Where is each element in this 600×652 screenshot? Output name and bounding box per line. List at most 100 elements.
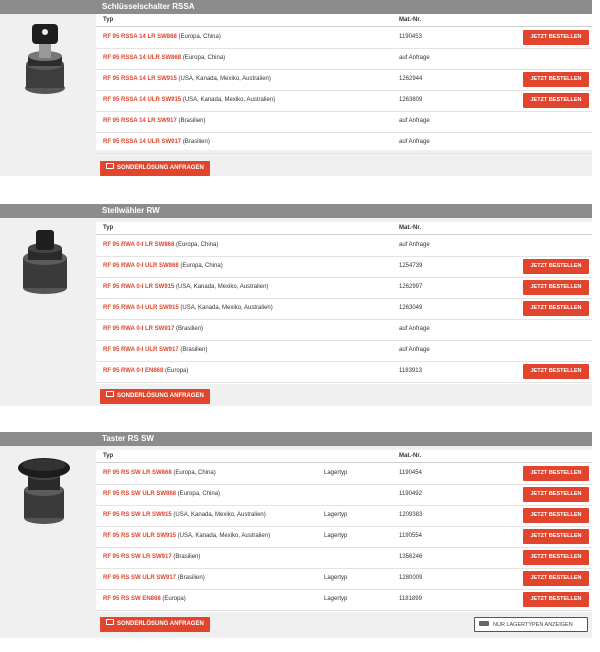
product-code-link[interactable]: RF 95 RS SW EN868 xyxy=(103,596,161,602)
product-region: (Europa, China) xyxy=(176,242,219,248)
table-row: RF 95 RSSA 14 LR SW917 (Brasilien) auf An… xyxy=(96,111,592,133)
product-code-link[interactable]: RF 95 RWA 0-I EN868 xyxy=(103,368,163,374)
table-row: RF 95 RWA 0-I LR SW868 (Europa, China) au… xyxy=(96,235,592,257)
material-number: auf Anfrage xyxy=(399,326,430,332)
product-code-link[interactable]: RF 95 RS SW ULR SW917 xyxy=(103,575,176,581)
order-now-button[interactable]: JETZT BESTELLEN xyxy=(523,487,589,502)
product-code-link[interactable]: RF 95 RS SW LR SW915 xyxy=(103,512,172,518)
order-now-button[interactable]: JETZT BESTELLEN xyxy=(523,466,589,481)
product-code-link[interactable]: RF 95 RWA 0-I LR SW915 xyxy=(103,284,174,290)
material-number: auf Anfrage xyxy=(399,139,430,145)
request-custom-solution-button[interactable]: SONDERLÖSUNG ANFRAGEN xyxy=(100,389,210,404)
order-now-button[interactable]: JETZT BESTELLEN xyxy=(523,280,589,295)
lagertyp-label: Lagertyp xyxy=(324,575,348,581)
selector-switch-image xyxy=(23,230,67,294)
table-row: RF 95 RS SW LR SW915 (USA, Kanada, Mexik… xyxy=(96,505,592,527)
order-now-button[interactable]: JETZT BESTELLEN xyxy=(523,508,589,523)
product-code-link[interactable]: RF 95 RWA 0-I ULR SW917 xyxy=(103,347,179,353)
material-number: 1280009 xyxy=(399,575,423,581)
product-code-link[interactable]: RF 95 RSSA 14 ULR SW917 xyxy=(103,139,181,145)
table-row: RF 95 RSSA 14 LR SW915 (USA, Kanada, Mex… xyxy=(96,69,592,91)
section-rssa: Schlüsselschalter RSSA Typ Mat.-Nr. RF 9… xyxy=(0,0,592,176)
product-code-link[interactable]: RF 95 RS SW ULR SW915 xyxy=(103,533,176,539)
product-code-link[interactable]: RF 95 RWA 0-I LR SW868 xyxy=(103,242,174,248)
product-type: RF 95 RWA 0-I ULR SW917 (Brasilien) xyxy=(103,340,207,360)
table-row: RF 95 RWA 0-I ULR SW917 (Brasilien) auf A… xyxy=(96,340,592,362)
order-now-button[interactable]: JETZT BESTELLEN xyxy=(523,529,589,544)
material-number: 1356246 xyxy=(399,554,423,560)
product-region: (USA, Kanada, Mexiko, Australien) xyxy=(180,305,273,311)
product-type: RF 95 RS SW ULR SW917 (Brasilien) xyxy=(103,568,205,588)
product-code-link[interactable]: RF 95 RWA 0-I LR SW917 xyxy=(103,326,174,332)
table-header: Typ Mat.-Nr. xyxy=(96,14,592,27)
material-number: 1190492 xyxy=(399,491,422,497)
material-number: 1263809 xyxy=(399,97,423,103)
order-now-button[interactable]: JETZT BESTELLEN xyxy=(523,72,589,87)
product-code-link[interactable]: RF 95 RSSA 14 LR SW915 xyxy=(103,76,177,82)
product-type: RF 95 RS SW ULR SW915 (USA, Kanada, Mexi… xyxy=(103,526,270,546)
product-type: RF 95 RSSA 14 ULR SW917 (Brasilien) xyxy=(103,132,210,152)
order-now-button[interactable]: JETZT BESTELLEN xyxy=(523,93,589,108)
order-now-button[interactable]: JETZT BESTELLEN xyxy=(523,259,589,274)
product-region: (Europa, China) xyxy=(182,55,226,61)
product-type: RF 95 RS SW LR SW868 (Europa, China) xyxy=(103,463,216,483)
lagertyp-label: Lagertyp xyxy=(324,596,348,602)
table-row: RF 95 RWA 0-I ULR SW915 (USA, Kanada, Me… xyxy=(96,298,592,320)
material-number: 1183913 xyxy=(399,368,422,374)
material-number: auf Anfrage xyxy=(399,118,430,124)
product-table: Typ Mat.-Nr. RF 95 RWA 0-I LR SW868 (Eur… xyxy=(96,222,592,384)
product-region: (Europa) xyxy=(165,368,189,374)
product-type: RF 95 RS SW EN868 (Europa) xyxy=(103,589,186,609)
product-code-link[interactable]: RF 95 RS SW ULR SW868 xyxy=(103,491,176,497)
product-region: (USA, Kanada, Mexiko, Australien) xyxy=(178,76,271,82)
section-panel: Typ Mat.-Nr. RF 95 RSSA 14 LR SW868 (Eur… xyxy=(0,14,592,176)
stock-filter-button[interactable]: NUR LAGERTYPEN ANZEIGEN xyxy=(474,617,588,632)
product-type: RF 95 RWA 0-I LR SW917 (Brasilien) xyxy=(103,319,203,339)
product-type: RF 95 RWA 0-I EN868 (Europa) xyxy=(103,361,188,381)
order-now-button[interactable]: JETZT BESTELLEN xyxy=(523,592,589,607)
section-panel: Typ Mat.-Nr. RF 95 RWA 0-I LR SW868 (Eur… xyxy=(0,218,592,406)
table-row: RF 95 RSSA 14 LR SW868 (Europa, China) 11… xyxy=(96,27,592,49)
product-region: (Brasilien) xyxy=(176,326,204,332)
product-code-link[interactable]: RF 95 RSSA 14 LR SW917 xyxy=(103,118,177,124)
header-typ: Typ xyxy=(103,17,114,23)
order-now-button[interactable]: JETZT BESTELLEN xyxy=(523,571,589,586)
section-rs-sw: Taster RS SW Typ Mat.-Nr. RF 95 RS SW LR… xyxy=(0,432,592,638)
product-region: (Europa) xyxy=(162,596,186,602)
order-now-button[interactable]: JETZT BESTELLEN xyxy=(523,30,589,45)
product-code-link[interactable]: RF 95 RWA 0-I ULR SW868 xyxy=(103,263,179,269)
product-code-link[interactable]: RF 95 RSSA 14 ULR SW868 xyxy=(103,55,181,61)
product-code-link[interactable]: RF 95 RSSA 14 ULR SW915 xyxy=(103,97,181,103)
table-row: RF 95 RS SW ULR SW917 (Brasilien) Lagerty… xyxy=(96,568,592,590)
material-number: 1254739 xyxy=(399,263,423,269)
product-code-link[interactable]: RF 95 RSSA 14 LR SW868 xyxy=(103,34,177,40)
request-custom-solution-button[interactable]: SONDERLÖSUNG ANFRAGEN xyxy=(100,617,210,632)
table-row: RF 95 RS SW LR SW917 (Brasilien) 1356246 J… xyxy=(96,547,592,569)
request-custom-solution-button[interactable]: SONDERLÖSUNG ANFRAGEN xyxy=(100,161,210,176)
product-region: (Brasilien) xyxy=(180,347,208,353)
product-type: RF 95 RS SW LR SW917 (Brasilien) xyxy=(103,547,200,567)
material-number: 1262944 xyxy=(399,76,423,82)
product-type: RF 95 RSSA 14 ULR SW868 (Europa, China) xyxy=(103,48,225,68)
header-matnr: Mat.-Nr. xyxy=(399,453,422,459)
request-label: SONDERLÖSUNG ANFRAGEN xyxy=(117,165,204,171)
material-number: 1209383 xyxy=(399,512,423,518)
truck-icon xyxy=(479,621,489,627)
product-region: (USA, Kanada, Mexiko, Australien) xyxy=(177,533,271,539)
product-code-link[interactable]: RF 95 RS SW LR SW917 xyxy=(103,554,172,560)
order-now-button[interactable]: JETZT BESTELLEN xyxy=(523,550,589,565)
table-row: RF 95 RS SW LR SW868 (Europa, China) Lage… xyxy=(96,463,592,485)
mail-icon xyxy=(106,391,114,398)
product-region: (Europa, China) xyxy=(177,491,221,497)
material-number: auf Anfrage xyxy=(399,55,430,61)
product-code-link[interactable]: RF 95 RWA 0-I ULR SW915 xyxy=(103,305,179,311)
section-panel: Typ Mat.-Nr. RF 95 RS SW LR SW868 (Europ… xyxy=(0,446,592,638)
push-button-image xyxy=(18,458,70,524)
product-region: (Europa, China) xyxy=(180,263,223,269)
stock-filter-label: NUR LAGERTYPEN ANZEIGEN xyxy=(493,622,573,628)
material-number: 1263049 xyxy=(399,305,423,311)
product-code-link[interactable]: RF 95 RS SW LR SW868 xyxy=(103,470,172,476)
order-now-button[interactable]: JETZT BESTELLEN xyxy=(523,301,589,316)
order-now-button[interactable]: JETZT BESTELLEN xyxy=(523,364,589,379)
material-number: auf Anfrage xyxy=(399,242,430,248)
